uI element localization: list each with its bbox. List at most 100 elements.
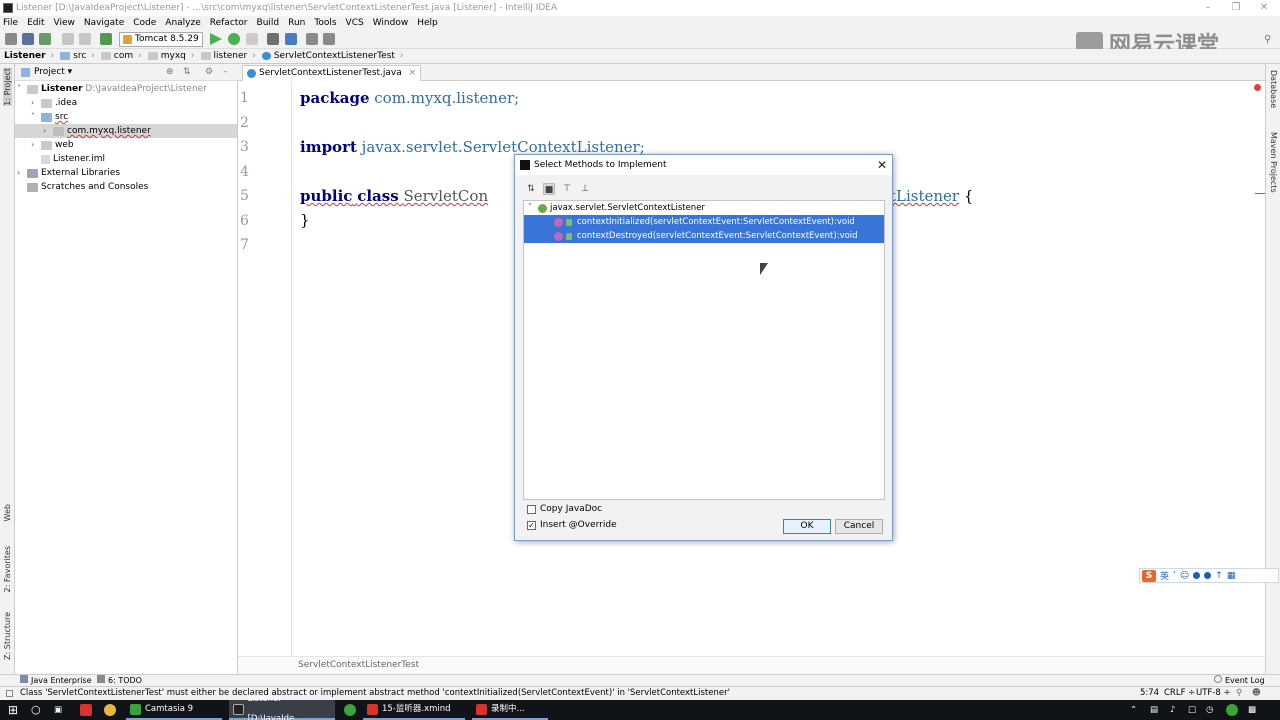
caret-position[interactable]: 5:74 xyxy=(1140,687,1159,700)
structure-tool-button[interactable]: Z: Structure xyxy=(3,612,12,660)
run-configuration-select[interactable]: Tomcat 8.5.29 ▾ xyxy=(119,32,203,57)
copy-javadoc-checkbox[interactable]: Copy JavaDoc xyxy=(527,503,602,516)
breadcrumb-myxq[interactable]: myxq › xyxy=(147,51,195,61)
windows-start-icon[interactable]: ⊞ xyxy=(8,700,18,720)
chevron-right-icon[interactable]: › xyxy=(17,166,27,180)
menu-view[interactable]: View xyxy=(54,16,75,30)
debug-icon[interactable] xyxy=(228,33,240,45)
file-encoding[interactable]: UTF-8 ÷ xyxy=(1196,687,1231,700)
database-tool-button[interactable]: Database xyxy=(1269,70,1278,108)
hide-panel-icon[interactable]: – xyxy=(223,64,228,81)
menu-edit[interactable]: Edit xyxy=(27,16,44,30)
inspector-icon[interactable]: ☻ xyxy=(1252,687,1261,700)
show-classes-icon[interactable]: ■ xyxy=(543,183,555,195)
task-camtasia[interactable]: Camtasia 9 xyxy=(126,700,222,720)
tree-item-scratches[interactable]: Scratches and Consoles xyxy=(27,180,148,194)
lock-icon[interactable]: ⚲ xyxy=(1236,687,1242,700)
sdk-icon[interactable] xyxy=(285,33,297,45)
stop-icon[interactable] xyxy=(246,33,258,45)
cancel-button[interactable]: Cancel xyxy=(835,519,883,534)
open-icon[interactable] xyxy=(5,33,17,45)
skin-icon[interactable]: ↑ xyxy=(1215,571,1223,581)
menu-file[interactable]: File xyxy=(3,16,18,30)
tree-item-package[interactable]: › com.myxq.listener xyxy=(15,124,237,138)
restore-button[interactable]: ❐ xyxy=(1222,0,1250,16)
editor-breadcrumb[interactable]: ServletContextListenerTest xyxy=(238,656,1265,674)
menu-vcs[interactable]: VCS xyxy=(346,16,364,30)
app-icon-green[interactable] xyxy=(344,704,356,716)
punctuation-icon[interactable]: ’ xyxy=(1173,571,1176,581)
method-context-destroyed[interactable]: contextDestroyed(servletContextEvent:Ser… xyxy=(524,229,884,243)
search-icon[interactable]: ○ xyxy=(31,700,41,720)
maven-tool-button[interactable]: Maven Projects xyxy=(1269,132,1278,193)
emoji-icon[interactable]: ☺ xyxy=(1180,571,1189,581)
favorites-tool-button[interactable]: 2: Favorites xyxy=(3,546,12,592)
project-structure-icon[interactable] xyxy=(267,33,279,45)
menu-help[interactable]: Help xyxy=(417,16,438,30)
tree-item-idea[interactable]: › .idea xyxy=(31,96,77,110)
menu-analyze[interactable]: Analyze xyxy=(165,16,200,30)
menu-build[interactable]: Build xyxy=(257,16,280,30)
ok-button[interactable]: OK xyxy=(783,519,831,534)
task-recording[interactable]: 录制中... xyxy=(472,700,548,720)
checkbox-checked[interactable]: ✓ xyxy=(527,521,536,530)
chrome-icon[interactable] xyxy=(104,704,116,716)
scroll-from-source-icon[interactable]: ⊕ xyxy=(166,64,174,81)
sort-alpha-icon[interactable]: ⇅ xyxy=(525,183,537,195)
tree-item-web[interactable]: › web xyxy=(31,138,74,152)
event-log-tab[interactable]: Event Log xyxy=(1214,675,1265,686)
error-stripe-mark[interactable] xyxy=(1255,193,1265,194)
menu-code[interactable]: Code xyxy=(133,16,156,30)
task-view-icon[interactable]: ▣ xyxy=(54,700,62,720)
collapse-all-icon[interactable]: ⇅ xyxy=(183,64,191,81)
menu-run[interactable]: Run xyxy=(288,16,305,30)
project-tool-button[interactable]: 1: Project xyxy=(3,68,12,106)
build-hammer-icon[interactable] xyxy=(100,33,112,45)
tray-ime-icon[interactable]: □ xyxy=(1188,700,1196,720)
tray-network-icon[interactable]: ▤ xyxy=(1150,700,1158,720)
tray-clock-icon[interactable]: ◷ xyxy=(1206,700,1213,720)
tray-volume-icon[interactable]: ♪ xyxy=(1170,700,1175,720)
breadcrumb-src[interactable]: src › xyxy=(60,51,95,61)
expand-all-icon[interactable]: ⊤ xyxy=(561,183,573,195)
tab-servletcontextlistenertest[interactable]: ServletContextListenerTest.java × xyxy=(242,65,422,81)
web-tool-button[interactable]: Web xyxy=(3,504,12,521)
tray-wechat-icon[interactable] xyxy=(1226,704,1238,716)
save-icon[interactable] xyxy=(22,33,34,45)
task-xmind[interactable]: 15-监听器.xmind xyxy=(363,700,465,720)
toolbox-icon[interactable]: ▦ xyxy=(1227,571,1236,581)
menu-refactor[interactable]: Refactor xyxy=(210,16,248,30)
sogou-logo-icon[interactable]: S xyxy=(1142,569,1156,582)
menu-navigate[interactable]: Navigate xyxy=(84,16,124,30)
search-everywhere-icon[interactable] xyxy=(323,33,335,45)
forward-icon[interactable] xyxy=(79,33,91,45)
chevron-right-icon[interactable]: › xyxy=(43,124,53,138)
tree-item-src[interactable]: ˅ src xyxy=(31,110,68,124)
close-window-button[interactable]: ✕ xyxy=(1250,0,1278,16)
minimize-button[interactable]: – xyxy=(1194,0,1222,16)
search-icon[interactable]: ⚲ xyxy=(1264,34,1271,45)
chevron-right-icon[interactable]: › xyxy=(31,96,41,110)
notification-icon[interactable]: ▩ xyxy=(1248,700,1256,720)
menu-tools[interactable]: Tools xyxy=(314,16,336,30)
tree-item-external-libraries[interactable]: › External Libraries xyxy=(17,166,120,180)
breadcrumb-com[interactable]: com › xyxy=(100,51,142,61)
chevron-down-icon[interactable]: ˅ xyxy=(31,110,41,124)
task-intellij[interactable]: Listener [D:\JavaIde... xyxy=(229,694,335,720)
back-icon[interactable] xyxy=(62,33,74,45)
line-separator[interactable]: CRLF ÷ xyxy=(1164,687,1195,700)
error-indicator-icon[interactable] xyxy=(1254,84,1261,91)
voice-icon[interactable] xyxy=(1193,572,1201,579)
tray-expand-icon[interactable]: ⌃ xyxy=(1130,700,1137,720)
method-context-initialized[interactable]: contextInitialized(servletContextEvent:S… xyxy=(524,215,884,229)
tree-item-listener[interactable]: ˅ Listener D:\JavaIdeaProject\Listener xyxy=(17,82,207,96)
insert-override-checkbox[interactable]: ✓ Insert @Override xyxy=(527,519,617,532)
methods-list[interactable]: ˅ javax.servlet.ServletContextListener co… xyxy=(523,200,885,500)
chevron-down-icon[interactable]: ˅ xyxy=(528,201,538,215)
chevron-down-icon[interactable]: ˅ xyxy=(17,82,27,96)
interface-node[interactable]: ˅ javax.servlet.ServletContextListener xyxy=(524,201,884,215)
todo-tab[interactable]: 6: TODO xyxy=(97,675,142,686)
sync-icon[interactable] xyxy=(39,33,51,45)
keyboard-icon[interactable] xyxy=(1204,572,1212,579)
collapse-all-icon[interactable]: ⊥ xyxy=(579,183,591,195)
